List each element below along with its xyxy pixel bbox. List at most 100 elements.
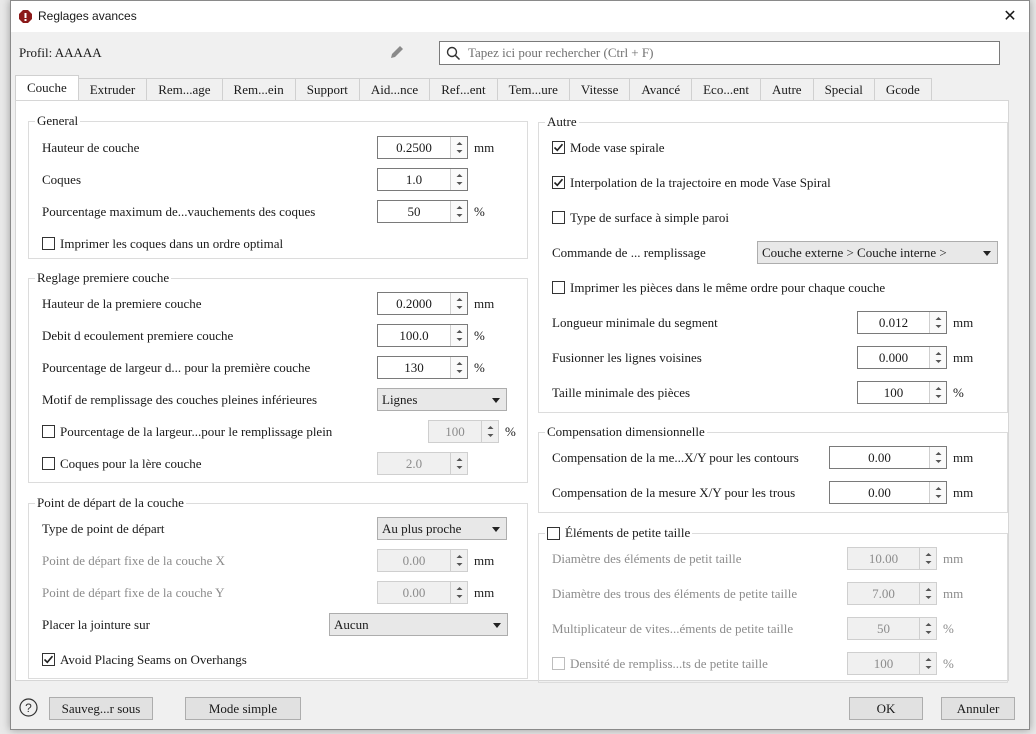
spinner-arrows-icon[interactable]: [450, 325, 467, 346]
setting-label[interactable]: Type de surface à simple paroi: [552, 210, 729, 226]
tab-autre[interactable]: Autre: [760, 78, 814, 101]
setting-spinbox[interactable]: 0.000: [857, 346, 947, 369]
spinbox-value[interactable]: 0.000: [858, 347, 929, 368]
spinbox-value[interactable]: 7.00: [848, 583, 919, 604]
setting-spinbox[interactable]: 100: [428, 420, 499, 443]
spinner-arrows-icon[interactable]: [450, 201, 467, 222]
spinbox-value[interactable]: 2.0: [378, 453, 450, 474]
ok-button[interactable]: OK: [849, 697, 923, 720]
checkbox[interactable]: [547, 526, 560, 540]
setting-label[interactable]: Densité de rempliss...ts de petite taill…: [552, 656, 768, 672]
setting-spinbox[interactable]: 7.00: [847, 582, 937, 605]
spinner-arrows-icon[interactable]: [450, 550, 467, 571]
tab-extruder[interactable]: Extruder: [78, 78, 148, 101]
spinner-arrows-icon[interactable]: [919, 548, 936, 569]
close-icon[interactable]: ✕: [999, 5, 1021, 27]
spinner-arrows-icon[interactable]: [450, 169, 467, 190]
tab-rem-age[interactable]: Rem...age: [147, 78, 223, 101]
setting-spinbox[interactable]: 0.00: [829, 481, 947, 504]
spinner-arrows-icon[interactable]: [450, 453, 467, 474]
spinner-arrows-icon[interactable]: [450, 357, 467, 378]
spinbox-value[interactable]: 100: [848, 653, 919, 674]
tab-special[interactable]: Special: [813, 78, 875, 101]
tab-aid-nce[interactable]: Aid...nce: [359, 78, 431, 101]
checkbox[interactable]: [42, 425, 55, 438]
simple-mode-button[interactable]: Mode simple: [185, 697, 301, 720]
tab-rem-ein[interactable]: Rem...ein: [222, 78, 296, 101]
tab-couche[interactable]: Couche: [15, 75, 79, 100]
pencil-icon[interactable]: [389, 44, 405, 60]
checkbox[interactable]: [552, 281, 565, 294]
setting-spinbox[interactable]: 50: [377, 200, 468, 223]
spinner-arrows-icon[interactable]: [450, 293, 467, 314]
setting-spinbox[interactable]: 130: [377, 356, 468, 379]
spinbox-value[interactable]: 0.2500: [378, 137, 450, 158]
tab-eco-ent[interactable]: Eco...ent: [692, 78, 761, 101]
spinbox-value[interactable]: 1.0: [378, 169, 450, 190]
setting-dropdown[interactable]: Aucun: [329, 613, 508, 636]
setting-dropdown[interactable]: Lignes: [377, 388, 507, 411]
setting-spinbox[interactable]: 0.2000: [377, 292, 468, 315]
tab-gcode[interactable]: Gcode: [874, 78, 932, 101]
spinner-arrows-icon[interactable]: [929, 447, 946, 468]
save-as-button[interactable]: Sauveg...r sous: [49, 697, 153, 720]
checkbox[interactable]: [552, 211, 565, 224]
setting-label[interactable]: Mode vase spirale: [552, 140, 665, 156]
checkbox-checked[interactable]: [552, 176, 565, 189]
spinbox-value[interactable]: 0.00: [830, 482, 929, 503]
spinner-arrows-icon[interactable]: [450, 137, 467, 158]
setting-spinbox[interactable]: 0.012: [857, 311, 947, 334]
tab-vitesse[interactable]: Vitesse: [569, 78, 631, 101]
setting-spinbox[interactable]: 0.00: [377, 549, 468, 572]
spinner-arrows-icon[interactable]: [919, 653, 936, 674]
setting-spinbox[interactable]: 1.0: [377, 168, 468, 191]
spinbox-value[interactable]: 0.00: [378, 550, 450, 571]
spinner-arrows-icon[interactable]: [919, 618, 936, 639]
checkbox-checked[interactable]: [552, 141, 565, 154]
setting-label[interactable]: Imprimer les pièces dans le même ordre p…: [552, 280, 885, 296]
spinbox-value[interactable]: 100.0: [378, 325, 450, 346]
search-box[interactable]: [439, 41, 1000, 65]
setting-label[interactable]: Interpolation de la trajectoire en mode …: [552, 175, 831, 191]
spinbox-value[interactable]: 130: [378, 357, 450, 378]
checkbox[interactable]: [552, 657, 565, 670]
spinner-arrows-icon[interactable]: [929, 312, 946, 333]
tab-support[interactable]: Support: [295, 78, 360, 101]
setting-label[interactable]: Pourcentage de la largeur...pour le remp…: [42, 424, 332, 440]
spinbox-value[interactable]: 0.00: [830, 447, 929, 468]
setting-spinbox[interactable]: 0.00: [829, 446, 947, 469]
setting-label[interactable]: Imprimer les coques dans un ordre optima…: [42, 236, 283, 252]
spinbox-value[interactable]: 50: [848, 618, 919, 639]
tab-ref-ent[interactable]: Ref...ent: [430, 78, 498, 101]
search-input[interactable]: [466, 44, 991, 62]
setting-spinbox[interactable]: 50: [847, 617, 937, 640]
setting-spinbox[interactable]: 100: [847, 652, 937, 675]
setting-spinbox[interactable]: 100: [857, 381, 947, 404]
spinbox-value[interactable]: 10.00: [848, 548, 919, 569]
help-icon[interactable]: ?: [19, 698, 38, 717]
spinbox-value[interactable]: 0.012: [858, 312, 929, 333]
spinner-arrows-icon[interactable]: [929, 382, 946, 403]
spinner-arrows-icon[interactable]: [929, 482, 946, 503]
checkbox-checked[interactable]: [42, 653, 55, 666]
tab-avancé[interactable]: Avancé: [630, 78, 693, 101]
spinbox-value[interactable]: 0.00: [378, 582, 450, 603]
checkbox[interactable]: [42, 457, 55, 470]
tab-tem-ure[interactable]: Tem...ure: [497, 78, 570, 101]
setting-label[interactable]: Coques pour la lère couche: [42, 456, 202, 472]
spinbox-value[interactable]: 100: [858, 382, 929, 403]
spinner-arrows-icon[interactable]: [481, 421, 498, 442]
spinner-arrows-icon[interactable]: [450, 582, 467, 603]
setting-spinbox[interactable]: 2.0: [377, 452, 468, 475]
setting-spinbox[interactable]: 10.00: [847, 547, 937, 570]
spinner-arrows-icon[interactable]: [929, 347, 946, 368]
setting-spinbox[interactable]: 0.2500: [377, 136, 468, 159]
spinbox-value[interactable]: 0.2000: [378, 293, 450, 314]
cancel-button[interactable]: Annuler: [941, 697, 1015, 720]
spinner-arrows-icon[interactable]: [919, 583, 936, 604]
spinbox-value[interactable]: 50: [378, 201, 450, 222]
setting-spinbox[interactable]: 100.0: [377, 324, 468, 347]
checkbox[interactable]: [42, 237, 55, 250]
setting-spinbox[interactable]: 0.00: [377, 581, 468, 604]
setting-dropdown[interactable]: Au plus proche: [377, 517, 507, 540]
